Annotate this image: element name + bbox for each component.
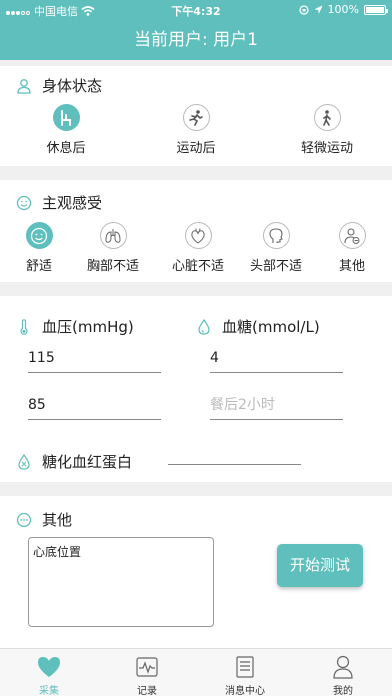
person-icon [333,655,353,679]
body-state-title: 身体状态 [42,77,103,95]
tab-label: 记录 [137,686,157,696]
option-chest-discomfort[interactable]: 胸部不适 [78,222,148,274]
person-other-icon [344,227,360,244]
body-state-header: 身体状态 [16,75,102,96]
user-icon [17,78,31,94]
option-label: 胸部不适 [86,259,139,274]
option-light-exercise[interactable]: 轻微运动 [292,104,362,156]
tab-label: 消息中心 [225,686,265,696]
option-other-feeling[interactable]: 其他 [332,222,372,274]
tab-messages[interactable]: 消息中心 [196,652,294,696]
option-label: 其他 [338,259,365,274]
tab-label: 我的 [333,686,353,696]
feeling-title: 主观感受 [42,194,103,212]
tab-label: 采集 [39,686,59,696]
bp-label: 血压(mmHg) [42,318,134,336]
tab-records[interactable]: 记录 [98,652,196,696]
more-dots-icon [16,512,32,527]
thermometer-icon [20,318,28,335]
walking-icon [323,109,331,126]
battery-icon [364,4,388,15]
chart-line-icon [136,657,158,677]
bp-diastolic-field[interactable]: 85 [28,392,161,420]
hba1c-label: 糖化血红蛋白 [42,453,133,471]
glucose-after-meal-field[interactable]: 餐后2小时 [210,392,343,420]
rest-icon [61,109,71,126]
document-icon [236,656,254,678]
glucose-field[interactable]: 4 [210,345,343,373]
heart-icon [38,657,60,677]
other-header: 其他 [16,509,72,530]
smile-icon [30,227,48,244]
tab-collect[interactable]: 采集 [0,652,98,696]
tab-bar: 采集 记录 消息中心 我的 [0,648,392,696]
hba1c-field[interactable] [168,437,301,465]
glucose-label: 血糖(mmol/L) [222,318,320,336]
measurement-card: 血压(mmHg) 血糖(mmol/L) 115 4 85 餐后2小时 糖化血红蛋… [0,296,392,482]
rotation-lock-icon [298,4,309,15]
note-textarea[interactable]: 心底位置 [28,537,214,627]
nav-title: 当前用户: 用户1 [0,20,392,60]
option-rest[interactable]: 休息后 [38,104,94,156]
heart-organ-icon [191,227,205,244]
lungs-icon [105,228,121,243]
option-after-exercise[interactable]: 运动后 [168,104,224,156]
option-label: 头部不适 [249,259,302,274]
feeling-card: 主观感受 舒适 胸部不适 心脏不适 头部不适 其他 [0,180,392,282]
head-icon [269,227,283,243]
location-icon [314,5,323,14]
smile-outline-icon [16,195,32,210]
tab-profile[interactable]: 我的 [294,652,392,696]
feeling-header: 主观感受 [16,192,102,213]
battery-percent: 100% [327,3,359,16]
option-label: 轻微运动 [300,141,353,156]
drop-icon [198,318,210,335]
bp-header: 血压(mmHg) [16,316,134,337]
start-test-button[interactable]: 开始测试 [277,544,363,587]
status-bar: 中国电信 下午4:32 100% [0,0,392,20]
option-comfortable[interactable]: 舒适 [18,222,60,274]
dna-drop-icon [18,453,30,470]
hba1c-header: 糖化血红蛋白 [16,451,132,472]
option-label: 心脏不适 [171,259,224,274]
other-title: 其他 [42,511,73,529]
option-label: 休息后 [46,141,86,156]
running-icon [189,109,203,126]
option-label: 舒适 [25,259,52,274]
option-head-discomfort[interactable]: 头部不适 [243,222,309,274]
body-state-card: 身体状态 休息后 运动后 轻微运动 [0,66,392,166]
option-label: 运动后 [176,141,216,156]
glucose-header: 血糖(mmol/L) [196,316,320,337]
bp-systolic-field[interactable]: 115 [28,345,161,373]
option-heart-discomfort[interactable]: 心脏不适 [163,222,233,274]
